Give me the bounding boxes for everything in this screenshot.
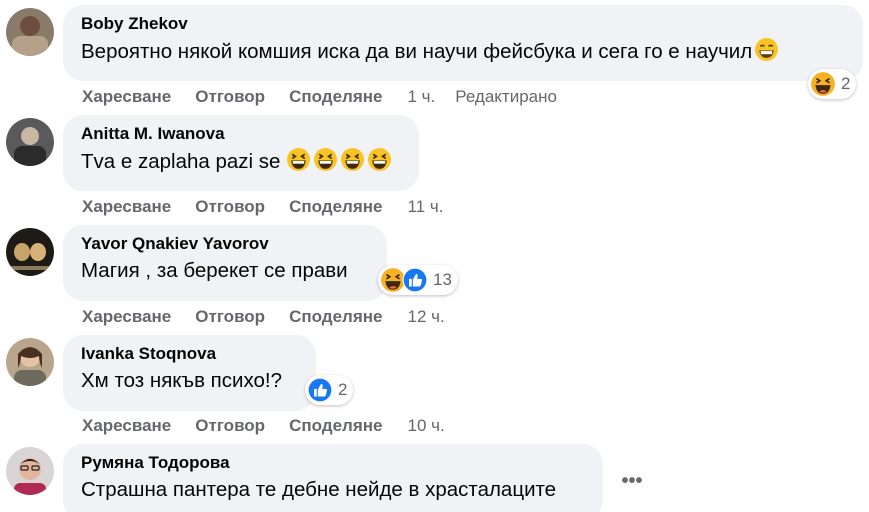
reaction-count: 2	[338, 380, 348, 399]
avatar[interactable]	[6, 8, 54, 56]
avatar[interactable]	[6, 228, 54, 276]
reply-button[interactable]: Отговор	[195, 87, 265, 107]
edited-label[interactable]: Редактирано	[455, 87, 557, 107]
comment-actions: Харесване Отговор Споделяне 12 ч.	[82, 307, 465, 327]
comment-bubble: Yavor Qnakiev Yavorov Магия , за берекет…	[63, 225, 387, 301]
comment-author[interactable]: Anitta M. Iwanova	[81, 124, 403, 144]
reaction-summary[interactable]: 13	[378, 265, 458, 295]
comment-bubble: Anitta M. Iwanova Tva e zaplaha pazi se	[63, 115, 419, 191]
comment-text-content: Вероятно някой комшия иска да ви научи ф…	[81, 40, 753, 63]
comment-text-content: Tva e zaplaha pazi se	[81, 150, 281, 173]
comment-timestamp[interactable]: 1 ч.	[407, 87, 435, 107]
avatar[interactable]	[6, 338, 54, 386]
laughing-emoji-icon	[367, 147, 392, 172]
comment-text: Tva e zaplaha pazi se	[81, 147, 403, 176]
comment-bubble: Boby Zhekov Вероятно някой комшия иска д…	[63, 5, 863, 81]
comment-text: Вероятно някой комшия иска да ви научи ф…	[81, 37, 847, 66]
more-options-button[interactable]: •••	[620, 470, 644, 494]
comment-actions: Харесване Отговор Споделяне 10 ч.	[82, 416, 465, 436]
comment-author[interactable]: Boby Zhekov	[81, 14, 847, 34]
comment-text: Хм тоз някъв психо!?	[81, 369, 282, 392]
comment-timestamp[interactable]: 11 ч.	[407, 197, 443, 217]
share-button[interactable]: Споделяне	[289, 197, 382, 217]
grin-emoji-icon	[754, 37, 779, 62]
like-icon	[307, 377, 333, 403]
laughing-emoji-icon	[340, 147, 365, 172]
comment-text: Страшна пантера те дебне нейде в храстал…	[81, 478, 557, 501]
comment-text: Магия , за берекет се прави	[81, 259, 348, 282]
comment-actions: Харесване Отговор Споделяне 11 ч.	[82, 197, 463, 217]
laughing-emoji-icon	[286, 147, 311, 172]
reaction-summary[interactable]: 2	[305, 375, 354, 405]
comment-actions: Харесване Отговор Споделяне 1 ч. Редакти…	[82, 87, 557, 107]
reply-button[interactable]: Отговор	[195, 197, 265, 217]
comment-bubble: Ivanka Stoqnova Хм тоз някъв психо!?	[63, 335, 316, 411]
haha-icon	[810, 71, 836, 97]
comment-author[interactable]: Ivanka Stoqnova	[81, 344, 300, 364]
reaction-count: 13	[433, 270, 452, 289]
share-button[interactable]: Споделяне	[289, 416, 382, 436]
avatar[interactable]	[6, 118, 54, 166]
comment-author[interactable]: Румяна Тодорова	[81, 453, 587, 473]
like-button[interactable]: Харесване	[82, 416, 171, 436]
comment-timestamp[interactable]: 12 ч.	[407, 307, 444, 327]
like-button[interactable]: Харесване	[82, 87, 171, 107]
like-button[interactable]: Харесване	[82, 197, 171, 217]
comment-author[interactable]: Yavor Qnakiev Yavorov	[81, 234, 371, 254]
reply-button[interactable]: Отговор	[195, 307, 265, 327]
like-icon	[402, 267, 428, 293]
laughing-emoji-icon	[313, 147, 338, 172]
share-button[interactable]: Споделяне	[289, 307, 382, 327]
avatar[interactable]	[6, 447, 54, 495]
like-button[interactable]: Харесване	[82, 307, 171, 327]
comment-bubble: Румяна Тодорова Страшна пантера те дебне…	[63, 444, 603, 512]
comment-timestamp[interactable]: 10 ч.	[407, 416, 444, 436]
reply-button[interactable]: Отговор	[195, 416, 265, 436]
reaction-summary[interactable]: 2	[808, 69, 857, 99]
share-button[interactable]: Споделяне	[289, 87, 382, 107]
reaction-count: 2	[841, 74, 851, 93]
